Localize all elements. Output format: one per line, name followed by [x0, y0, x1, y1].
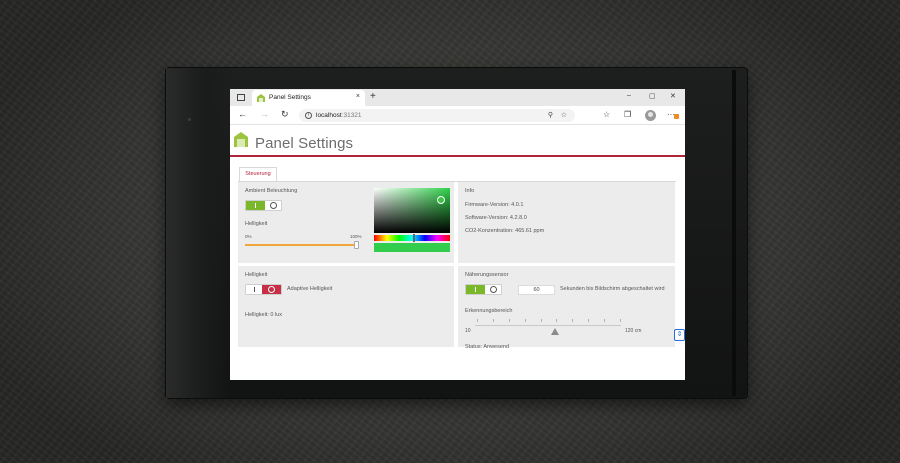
bezel-shade: [166, 68, 230, 398]
range-tick: [556, 319, 558, 322]
tab-actions-icon[interactable]: [237, 94, 245, 101]
seconds-input[interactable]: 60: [518, 285, 555, 295]
bezel-edge: [732, 70, 736, 396]
brightness-slider-track[interactable]: [245, 244, 357, 246]
hue-slider-marker[interactable]: [413, 234, 415, 242]
toggle-on-part: [246, 201, 265, 210]
zoom-icon[interactable]: ⚲: [548, 111, 553, 119]
tab-title: Panel Settings: [269, 94, 311, 101]
minimize-button[interactable]: –: [627, 92, 631, 99]
range-tick: [588, 319, 590, 322]
page-content: Steuerung Ambient Beleuchtung Helligkeit…: [230, 157, 685, 380]
toggle-off-part: [262, 285, 281, 294]
proximity-toggle[interactable]: [465, 284, 502, 295]
info-title: Info: [465, 188, 475, 194]
color-picker-handle[interactable]: [437, 196, 445, 204]
toggle-on-icon: [254, 287, 255, 292]
presence-status: Status: Anwesend: [465, 344, 510, 350]
page-header: Panel Settings: [230, 126, 685, 155]
display-brightness-panel: [238, 266, 454, 347]
range-slider-track[interactable]: [475, 325, 621, 326]
software-version: Software-Version: 4.2.8.0: [465, 215, 527, 221]
range-tick: [572, 319, 574, 322]
close-tab-icon[interactable]: ×: [356, 93, 360, 100]
ambient-toggle[interactable]: [245, 200, 282, 211]
adaptive-brightness-toggle[interactable]: [245, 284, 282, 295]
range-tick: [524, 319, 526, 322]
seconds-label: Sekunden bis Bildschirm abgeschaltet wir…: [560, 286, 665, 292]
range-max-label: 120 cm: [625, 328, 642, 334]
scroll-to-top-icon[interactable]: ⇕: [674, 329, 685, 341]
detection-range-label: Erkennungsbereich: [465, 308, 513, 314]
touch-screen: Panel Settings × + – ▢ ✕ ← → ↻ i localho…: [230, 89, 685, 380]
toggle-off-icon: [490, 286, 497, 293]
light-sensor: [188, 118, 191, 121]
address-bar[interactable]: i localhost:31321 ⚲ ☆: [299, 109, 575, 122]
selected-color-swatch: [374, 243, 450, 252]
brightness-lux-readout: Helligkeit: 0 lux: [245, 312, 282, 318]
notification-badge: [674, 114, 679, 119]
color-picker-area[interactable]: [374, 188, 450, 233]
display-brightness-label: Helligkeit: [245, 272, 268, 278]
range-tick: [620, 319, 622, 322]
url-text: localhost:31321: [316, 112, 362, 119]
slider-min-label: 0%: [245, 234, 252, 239]
proximity-label: Näherungssensor: [465, 272, 509, 278]
info-panel: [458, 182, 675, 263]
home-logo-icon: [257, 94, 265, 102]
hue-slider[interactable]: [374, 235, 450, 241]
slider-max-label: 100%: [350, 234, 362, 239]
co2-concentration: CO2-Konzentration: 465.61 ppm: [465, 228, 545, 234]
brightness-slider-thumb[interactable]: [354, 241, 359, 249]
range-tick: [508, 319, 510, 322]
favorites-icon[interactable]: ☆: [603, 110, 610, 119]
range-tick: [492, 319, 494, 322]
adaptive-brightness-label: Adaptive Helligkeit: [287, 286, 333, 292]
site-info-icon[interactable]: i: [305, 112, 312, 119]
range-min-label: 10: [465, 328, 471, 334]
firmware-version: Firmware-Version: 4.0.1: [465, 202, 524, 208]
tracking-prevention-icon[interactable]: ☆: [561, 111, 567, 119]
range-tick: [604, 319, 606, 322]
range-tick: [540, 319, 542, 322]
back-button[interactable]: ←: [238, 109, 247, 119]
collections-icon[interactable]: ❐: [624, 110, 631, 119]
home-logo-icon: [234, 132, 248, 147]
range-slider-thumb[interactable]: [551, 328, 560, 335]
toggle-on-part: [466, 285, 485, 294]
page-title: Panel Settings: [255, 135, 354, 152]
tab-steuerung[interactable]: Steuerung: [239, 167, 277, 182]
browser-toolbar: ← → ↻ i localhost:31321 ⚲ ☆ ☆ ❐ ···: [230, 106, 685, 125]
forward-button[interactable]: →: [260, 109, 269, 119]
ambient-brightness-label: Helligkeit: [245, 221, 268, 227]
proximity-panel: [458, 266, 675, 347]
refresh-button[interactable]: ↻: [281, 109, 289, 120]
range-tick: [477, 319, 478, 322]
browser-tab[interactable]: Panel Settings ×: [252, 90, 365, 106]
profile-avatar[interactable]: [645, 110, 656, 121]
maximize-button[interactable]: ▢: [649, 92, 656, 100]
browser-titlebar: Panel Settings × + – ▢ ✕: [230, 89, 685, 106]
ambient-label: Ambient Beleuchtung: [245, 188, 298, 194]
close-window-button[interactable]: ✕: [670, 92, 676, 100]
toggle-off-icon: [270, 202, 277, 209]
new-tab-button[interactable]: +: [370, 91, 376, 102]
